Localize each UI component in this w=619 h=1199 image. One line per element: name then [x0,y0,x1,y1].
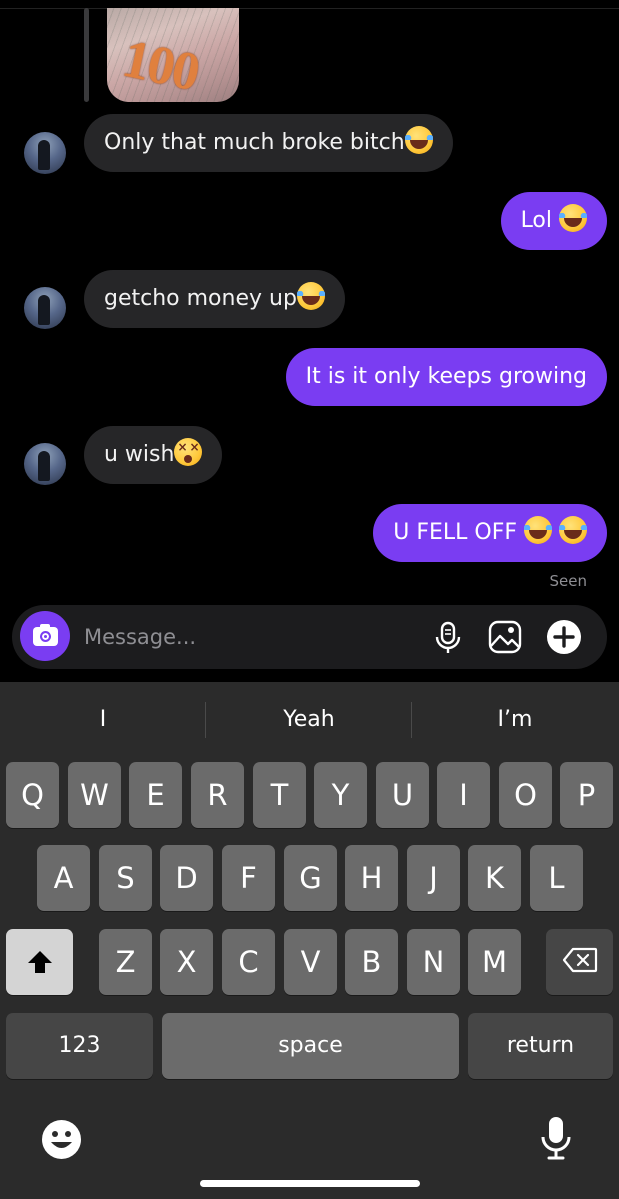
key-a[interactable]: A [37,845,90,911]
key-y[interactable]: Y [314,762,367,828]
key-c[interactable]: C [222,929,275,995]
seen-status: Seen [549,572,588,590]
outgoing-message[interactable]: It is it only keeps growing [285,348,607,406]
reply-indicator-bar [84,8,89,102]
key-v[interactable]: V [284,929,337,995]
key-n[interactable]: N [407,929,460,995]
shift-icon [27,951,52,973]
key-u[interactable]: U [376,762,429,828]
backspace-icon [562,947,597,973]
key-l[interactable]: L [530,845,583,911]
key-k[interactable]: K [468,845,521,911]
face-with-tears-of-joy-icon [296,282,325,310]
key-j[interactable]: J [407,845,460,911]
face-with-tears-of-joy-icon [559,516,587,544]
avatar[interactable] [24,443,66,485]
incoming-message[interactable]: u wish [84,426,223,484]
face-with-tears-of-joy-icon [524,516,552,544]
key-b[interactable]: B [345,929,398,995]
message-text: It is it only keeps growing [305,364,587,389]
shared-image-money[interactable]: 100 [107,8,239,102]
camera-button[interactable] [20,611,70,661]
incoming-message[interactable]: Only that much broke bitch [84,114,453,172]
avatar[interactable] [24,287,66,329]
divider [0,8,619,9]
key-r[interactable]: R [191,762,244,828]
message-text: getcho money up [104,286,297,311]
message-text: Only that much broke bitch [104,130,405,155]
message-input[interactable] [84,621,414,653]
gallery-icon[interactable] [487,619,523,655]
key-i[interactable]: I [437,762,490,828]
face-with-tears-of-joy-icon [559,204,587,232]
key-h[interactable]: H [345,845,398,911]
key-s[interactable]: S [99,845,152,911]
chat-area: 100 Only that much broke bitch Lol getch… [0,0,619,682]
key-z[interactable]: Z [99,929,152,995]
numbers-key[interactable]: 123 [6,1013,153,1079]
space-key[interactable]: space [162,1013,459,1079]
dizzy-face-icon [174,438,203,466]
key-m[interactable]: M [468,929,521,995]
key-f[interactable]: F [222,845,275,911]
key-e[interactable]: E [129,762,182,828]
microphone-icon[interactable] [430,619,466,655]
key-t[interactable]: T [253,762,306,828]
key-d[interactable]: D [160,845,213,911]
outgoing-message[interactable]: U FELL OFF [373,504,607,562]
outgoing-message[interactable]: Lol [500,192,607,250]
key-p[interactable]: P [560,762,613,828]
return-key[interactable]: return [468,1013,613,1079]
avatar[interactable] [24,132,66,174]
dictation-icon[interactable] [539,1115,573,1161]
suggestion-3[interactable]: I’m [412,682,618,758]
message-text: u wish [104,442,175,467]
message-composer [12,605,607,669]
backspace-key[interactable] [546,929,613,995]
emoji-icon[interactable] [41,1119,82,1160]
suggestion-1[interactable]: I [0,682,206,758]
key-q[interactable]: Q [6,762,59,828]
shift-key[interactable] [6,929,73,995]
suggestion-2[interactable]: Yeah [206,682,412,758]
key-x[interactable]: X [160,929,213,995]
message-text: U FELL OFF [393,520,524,545]
face-with-tears-of-joy-icon [404,126,433,154]
message-text: Lol [520,208,559,233]
add-icon[interactable] [546,619,582,655]
key-o[interactable]: O [499,762,552,828]
incoming-message[interactable]: getcho money up [84,270,345,328]
home-indicator[interactable] [200,1180,420,1187]
keyboard: I Yeah I’m Q W E R T Y U I O P A S D F G… [0,682,619,1199]
key-g[interactable]: G [284,845,337,911]
key-w[interactable]: W [68,762,121,828]
